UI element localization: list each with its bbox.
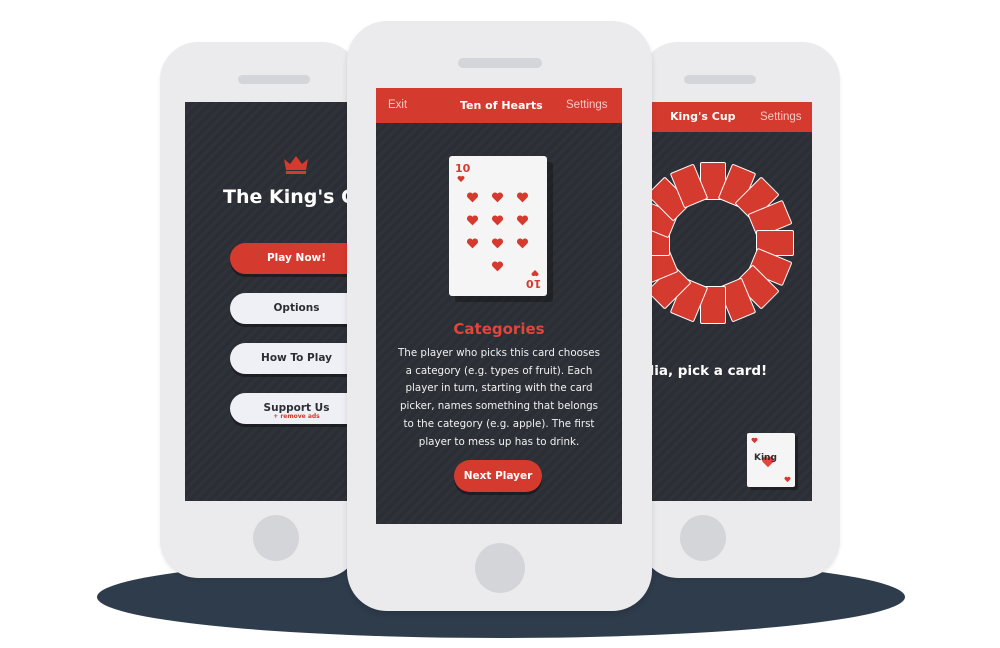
heart-pip-icon: [516, 215, 529, 226]
options-button[interactable]: Options: [230, 293, 360, 324]
phone-left: The King's Cu Play Now! Options How To P…: [160, 42, 360, 578]
heart-icon: [751, 437, 758, 444]
heart-pip-icon: [491, 192, 504, 203]
card-ring: [640, 132, 812, 362]
home-button[interactable]: [680, 515, 726, 561]
play-now-label: Play Now!: [266, 252, 327, 264]
screen-title: Ten of Hearts: [460, 99, 543, 112]
phone-center: Exit Ten of Hearts Settings 10 10 Catego…: [347, 21, 652, 611]
card-screen: Exit Ten of Hearts Settings 10 10 Catego…: [376, 88, 622, 524]
card-rule-description: The player who picks this card chooses a…: [398, 347, 600, 448]
how-to-play-label: How To Play: [261, 352, 332, 364]
drawn-card[interactable]: King: [747, 433, 795, 487]
home-screen: The King's Cu Play Now! Options How To P…: [185, 102, 360, 501]
speaker-grille: [458, 58, 542, 68]
settings-link[interactable]: Settings: [760, 102, 802, 132]
home-button[interactable]: [475, 543, 525, 593]
heart-pip-icon: [466, 215, 479, 226]
play-now-button[interactable]: Play Now!: [230, 243, 360, 274]
top-bar: Exit Ten of Hearts Settings: [376, 88, 622, 123]
card-rule-heading: Categories: [453, 320, 545, 338]
top-bar: King's Cup Settings: [640, 102, 812, 132]
pick-card-prompt: ulia, pick a card!: [640, 363, 768, 379]
exit-link[interactable]: Exit: [388, 88, 407, 123]
game-screen: King's Cup Settings ulia, pick a card! K…: [640, 102, 812, 501]
app-title: The King's Cu: [223, 186, 360, 208]
home-button[interactable]: [253, 515, 299, 561]
next-player-button[interactable]: Next Player: [454, 460, 542, 492]
card-rank-bottom: 10: [525, 277, 541, 290]
settings-link[interactable]: Settings: [566, 88, 608, 123]
speaker-grille: [238, 75, 310, 84]
heart-pip-icon: [466, 192, 479, 203]
phone-right: King's Cup Settings ulia, pick a card! K…: [640, 42, 840, 578]
remove-ads-label: + remove ads: [273, 413, 320, 420]
heart-pip-icon: [516, 192, 529, 203]
how-to-play-button[interactable]: How To Play: [230, 343, 360, 374]
screen-title: King's Cup: [670, 110, 736, 123]
crown-icon: [284, 156, 308, 174]
heart-pip-icon: [466, 238, 479, 249]
support-us-button[interactable]: Support Us + remove ads: [230, 393, 360, 424]
heart-icon: [457, 175, 465, 182]
heart-pip-icon: [491, 261, 504, 272]
heart-pip-icon: [491, 215, 504, 226]
drawn-card-label: King: [754, 453, 777, 463]
options-label: Options: [273, 302, 320, 314]
card-rank-top: 10: [455, 162, 471, 175]
heart-icon: [784, 476, 791, 483]
speaker-grille: [684, 75, 756, 84]
playing-card: 10 10: [449, 156, 547, 296]
heart-pip-icon: [491, 238, 504, 249]
heart-pip-icon: [516, 238, 529, 249]
heart-icon: [531, 270, 539, 277]
